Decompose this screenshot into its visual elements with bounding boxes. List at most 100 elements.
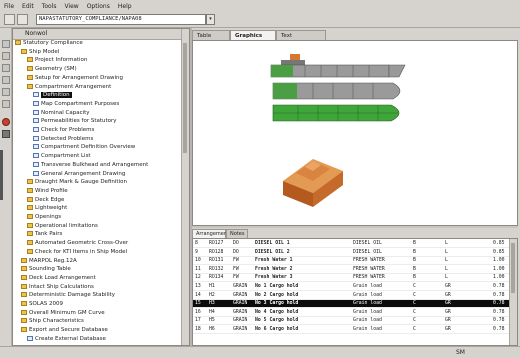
tree-item[interactable]: Deck Edge (27, 196, 64, 204)
table-cell: FW (233, 275, 239, 281)
tree-item[interactable]: SOLAS 2009 (21, 301, 63, 308)
tool-icon[interactable] (2, 64, 10, 72)
settings-icon[interactable] (2, 130, 10, 138)
status-bar: SM (0, 346, 520, 358)
tree-item[interactable]: General Arrangement Drawing (33, 170, 125, 178)
scroll-thumb[interactable] (511, 243, 515, 293)
table-row[interactable]: 15 H3 GRAIN No 3 Cargo hold Grain load C GR 0.7… (193, 300, 511, 309)
tab-table-viewer[interactable]: Table Viewer (192, 30, 230, 49)
tree-item[interactable]: Deck Load Arrangement (21, 274, 96, 282)
splitter-handle[interactable] (0, 150, 3, 200)
tree-item[interactable]: Project Information (27, 57, 87, 64)
table-row[interactable]: 9 RO128 DO DIESEL OIL 2 DIESEL OIL B L 0.85 (193, 249, 511, 257)
tree-item-label: Compartment Definition Overview (41, 144, 136, 151)
tool-icon[interactable] (2, 40, 10, 48)
menu-edit[interactable]: Edit (22, 3, 34, 10)
table-cell: 0.85 (493, 249, 505, 255)
scroll-thumb[interactable] (183, 43, 187, 153)
tree-item[interactable]: Check for Problems (33, 127, 94, 134)
tree-item[interactable]: Tank Pairs (27, 231, 62, 238)
tree-item[interactable]: Intact Ship Calculations (21, 283, 94, 291)
tree-item[interactable]: Map Compartment Purposes (33, 100, 119, 108)
table-scrollbar[interactable] (509, 239, 517, 345)
tree-item[interactable]: Export and Secure Database (21, 327, 108, 334)
viewer-splitter[interactable] (192, 226, 518, 228)
tree-item[interactable]: MARPOL Reg.12A (21, 257, 77, 265)
record-icon[interactable] (2, 118, 10, 126)
table-row[interactable]: 18 H6 GRAIN No 6 Cargo hold Grain load C GR 0.7… (193, 326, 511, 334)
tool-icon[interactable] (2, 52, 10, 60)
navigator-scrollbar[interactable] (181, 29, 189, 345)
tree-item[interactable]: Statutory Compliance (15, 40, 83, 47)
table-cell: C (413, 284, 416, 289)
tree-item-label: Intact Ship Calculations (29, 283, 94, 290)
tree-item[interactable]: Setup for Arrangement Drawing (27, 74, 123, 82)
tree-item[interactable]: Permeabilities for Statutory (33, 118, 117, 125)
tree-item[interactable]: Operational limitations (27, 222, 98, 230)
tree-item[interactable]: Sounding Table (21, 266, 71, 273)
tree-item[interactable]: Ship Model (21, 48, 60, 56)
tree-item[interactable]: Compartment Definition Overview (33, 144, 135, 151)
new-icon[interactable] (4, 14, 15, 25)
table-cell: Grain load (353, 318, 382, 324)
tool-icon[interactable] (2, 88, 10, 96)
tree-item[interactable]: Overall Minimum GM Curve (21, 309, 105, 317)
tree-item[interactable]: Compartment List (33, 153, 91, 160)
tab-notes[interactable]: Notes (226, 229, 248, 238)
folder-icon (21, 257, 27, 263)
document-icon (33, 118, 39, 124)
menu-options[interactable]: Options (87, 3, 110, 10)
tree-item[interactable]: Automated Geometric Cross-Over (27, 240, 128, 247)
table-cell: RO128 (209, 249, 224, 255)
menu-file[interactable]: File (4, 3, 14, 10)
table-row[interactable]: 10 RO131 FW Fresh Water 1 FRESH WATER B L 1.00 (193, 257, 511, 266)
tree-item[interactable]: Detected Problems (33, 135, 93, 143)
open-icon[interactable] (17, 14, 28, 25)
tree-item[interactable]: Compartment Arrangement (27, 83, 111, 91)
tree-item[interactable]: Geometry (SM) (27, 66, 77, 73)
tree-item[interactable]: Transverse Bulkhead and Arrangement (33, 161, 148, 169)
menu-view[interactable]: View (64, 3, 78, 10)
table-cell: 17 (195, 318, 201, 324)
tree-item[interactable]: Ship Characteristics (21, 318, 84, 325)
table-row[interactable]: 17 H5 GRAIN No 5 Cargo hold Grain load C GR 0.7… (193, 317, 511, 326)
tree-item[interactable]: Nominal Capacity (33, 109, 90, 117)
table-row[interactable]: 11 RO132 FW Fresh Water 2 FRESH WATER B L 1.00 (193, 266, 511, 274)
tree-item[interactable]: Create External Database (27, 335, 106, 343)
table-cell: No 3 Cargo hold (255, 301, 299, 307)
tree-item-label: Automated Geometric Cross-Over (35, 240, 129, 247)
tree-item[interactable]: Deterministic Damage Stability (21, 292, 115, 299)
tree-item[interactable]: Openings (27, 214, 61, 221)
tab-graphics-viewer[interactable]: Graphics Viewer (230, 30, 276, 49)
table-row[interactable]: 8 RO127 DO DIESEL OIL 1 DIESEL OIL B L 0.85 (193, 240, 511, 248)
table-row[interactable]: 13 H1 GRAIN No 1 Cargo hold Grain load C GR 0.7… (193, 283, 511, 291)
tool-icon[interactable] (2, 100, 10, 108)
table-cell: RO127 (209, 241, 224, 246)
tree-item[interactable]: Check for KTI Items in Ship Model (27, 248, 127, 256)
path-dropdown-button[interactable]: ▾ (206, 14, 215, 25)
tree-item[interactable]: Draught Mark & Gauge Definition (27, 179, 127, 186)
tree-item[interactable]: Lightweight (27, 205, 67, 212)
document-icon (33, 135, 39, 141)
graphics-viewer[interactable] (192, 40, 518, 226)
tab-arrangement[interactable]: Arrangement (192, 229, 229, 238)
tab-text-viewer-help[interactable]: Text Viewer/Help (276, 30, 326, 49)
table-cell: DO (233, 249, 239, 255)
navigator-header: Nonwol (13, 29, 189, 40)
tree-item[interactable]: Wind Profile (27, 187, 68, 195)
tree-item-label: Ship Model (29, 48, 60, 55)
menu-bar: File Edit Tools View Options Help (0, 0, 520, 12)
tool-icon[interactable] (2, 76, 10, 84)
table-row[interactable]: 12 RO134 FW Fresh Water 3 FRESH WATER B L 1.00 (193, 274, 511, 283)
tree-item[interactable]: Definition (33, 92, 72, 99)
folder-icon (27, 240, 33, 246)
menu-tools[interactable]: Tools (42, 3, 57, 10)
table-cell: 0.78 (493, 327, 505, 332)
folder-icon (21, 309, 27, 315)
table-row[interactable]: 14 H2 GRAIN No 2 Cargo hold Grain load C GR 0.7… (193, 292, 511, 300)
table-cell: GR (445, 301, 451, 307)
table-cell: L (445, 249, 448, 255)
path-field[interactable]: NAPASTATUTORY_COMPLIANCE/NAPA08 (36, 14, 206, 25)
menu-help[interactable]: Help (118, 3, 132, 10)
table-row[interactable]: 16 H4 GRAIN No 4 Cargo hold Grain load C GR 0.7… (193, 309, 511, 317)
